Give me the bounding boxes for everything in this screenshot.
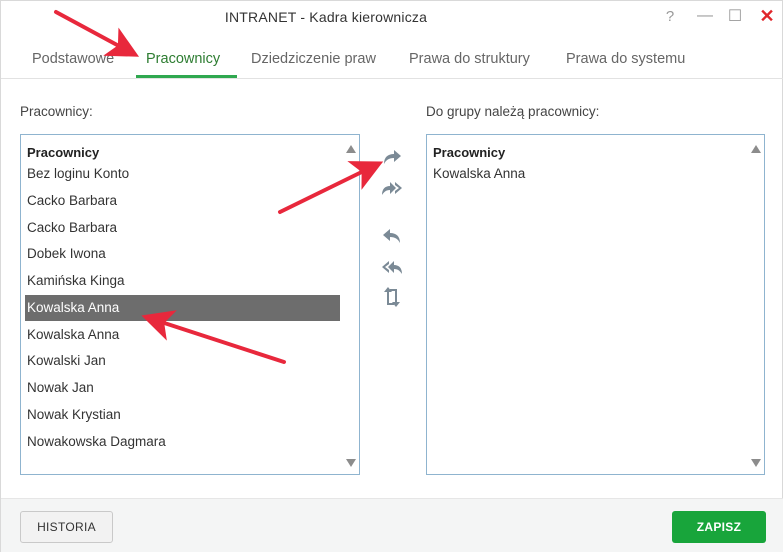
list-item[interactable]: Dobek Iwona — [25, 241, 340, 267]
scroll-down-arrow-icon[interactable] — [751, 459, 761, 467]
scroll-down-arrow-icon[interactable] — [346, 459, 356, 467]
group-members-list[interactable]: Pracownicy Kowalska Anna — [426, 134, 765, 475]
list-item-selected[interactable]: Kowalska Anna — [25, 295, 340, 321]
list-item[interactable]: Kamińska Kinga — [25, 268, 340, 294]
double-redo-arrow-icon — [382, 182, 402, 195]
add-all-button[interactable] — [379, 176, 405, 200]
tab-pracownicy[interactable]: Pracownicy — [146, 43, 220, 79]
tab-podstawowe[interactable]: Podstawowe — [32, 43, 114, 79]
add-selected-button[interactable] — [379, 145, 405, 169]
remove-selected-button[interactable] — [379, 224, 405, 248]
undo-arrow-icon — [383, 229, 400, 243]
list-header: Pracownicy — [433, 145, 506, 160]
dialog-window: INTRANET - Kadra kierownicza ? — ☐ ✕ Pod… — [0, 0, 783, 552]
list-item[interactable]: Cacko Barbara — [25, 215, 340, 241]
redo-arrow-icon — [384, 150, 401, 164]
window-title: INTRANET - Kadra kierownicza — [224, 9, 428, 25]
scroll-up-arrow-icon[interactable] — [751, 145, 761, 153]
list-header: Pracownicy — [27, 145, 100, 160]
swap-lists-button[interactable] — [379, 285, 405, 309]
remove-all-button[interactable] — [379, 255, 405, 279]
scroll-up-arrow-icon[interactable] — [346, 145, 356, 153]
minimize-icon[interactable]: — — [694, 5, 716, 27]
list-item[interactable]: Nowak Jan — [25, 375, 340, 401]
list-item[interactable]: Bez loginu Konto — [25, 161, 340, 187]
swap-icon — [384, 287, 400, 307]
list-item[interactable]: Kowalska Anna — [431, 161, 741, 187]
list-item[interactable]: Nowak Krystian — [25, 402, 340, 428]
list-item[interactable]: Kowalski Jan — [25, 348, 340, 374]
title-bar: INTRANET - Kadra kierownicza ? — ☐ ✕ — [1, 1, 783, 35]
list-item[interactable]: Nowakowska Dagmara — [25, 429, 340, 455]
double-undo-arrow-icon — [382, 261, 402, 274]
footer-bar — [1, 498, 783, 552]
help-icon[interactable]: ? — [659, 5, 681, 27]
tab-dziedziczenie-praw[interactable]: Dziedziczenie praw — [251, 43, 376, 79]
history-button[interactable]: HISTORIA — [20, 511, 113, 543]
close-icon[interactable]: ✕ — [756, 5, 778, 27]
right-panel-label: Do grupy należą pracownicy: — [426, 104, 600, 119]
active-tab-indicator — [136, 75, 237, 78]
tab-prawa-do-systemu[interactable]: Prawa do systemu — [566, 43, 685, 79]
list-item[interactable]: Cacko Barbara — [25, 188, 340, 214]
tab-bar: Podstawowe Pracownicy Dziedziczenie praw… — [1, 43, 783, 79]
save-button[interactable]: ZAPISZ — [672, 511, 766, 543]
list-item[interactable]: Kowalska Anna — [25, 322, 340, 348]
maximize-icon[interactable]: ☐ — [724, 5, 746, 27]
tab-prawa-do-struktury[interactable]: Prawa do struktury — [409, 43, 530, 79]
available-employees-list[interactable]: Pracownicy Bez loginu Konto Cacko Barbar… — [20, 134, 360, 475]
left-panel-label: Pracownicy: — [20, 104, 93, 119]
